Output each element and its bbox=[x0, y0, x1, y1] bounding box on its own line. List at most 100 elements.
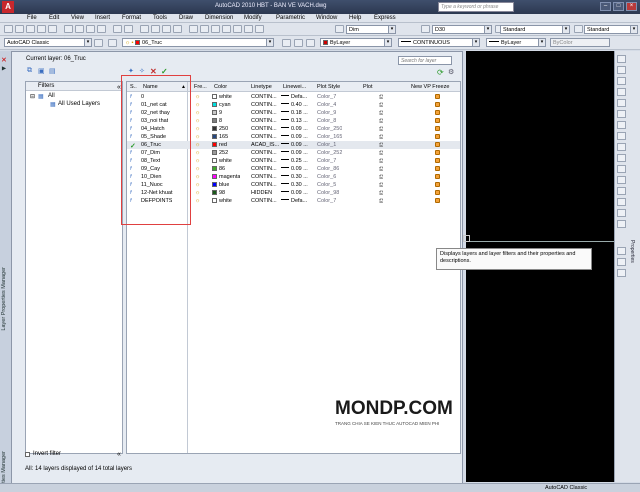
plot-printer-icon[interactable]: ⎙ bbox=[379, 118, 383, 125]
layer-linetype[interactable]: CONTIN... bbox=[251, 198, 277, 204]
tree-node-used-layers[interactable]: All Used Layers bbox=[58, 101, 100, 107]
autocad-logo[interactable]: A bbox=[2, 1, 14, 13]
fillet-icon[interactable] bbox=[617, 209, 626, 217]
col-freeze[interactable]: Fre... bbox=[194, 84, 207, 90]
layer-linetype[interactable]: CONTIN... bbox=[251, 118, 277, 124]
plot-printer-icon[interactable]: ⎙ bbox=[379, 150, 383, 157]
minimize-button[interactable]: – bbox=[600, 2, 611, 11]
freeze-sun-icon[interactable]: ☼ bbox=[195, 150, 200, 156]
redo-icon[interactable] bbox=[124, 25, 133, 33]
col-plot-style[interactable]: Plot Style bbox=[317, 84, 340, 90]
freeze-sun-icon[interactable]: ☼ bbox=[195, 166, 200, 172]
layer-lineweight[interactable]: Defa... bbox=[281, 94, 307, 100]
layer-lineweight[interactable]: 0.18 ... bbox=[281, 110, 308, 116]
layer-color[interactable]: 165 bbox=[212, 134, 228, 140]
textstyle-icon[interactable] bbox=[421, 25, 430, 33]
properties-icon[interactable] bbox=[189, 25, 198, 33]
menu-dimension[interactable]: Dimension bbox=[205, 15, 233, 21]
infocenter-search-input[interactable]: Type a keyword or phrase bbox=[438, 2, 514, 12]
new-group-filter-icon[interactable]: ▣ bbox=[38, 67, 45, 75]
layer-linetype[interactable]: CONTIN... bbox=[251, 94, 277, 100]
zoom-realtime-icon[interactable] bbox=[151, 25, 160, 33]
layer-color[interactable]: white bbox=[212, 158, 232, 164]
freeze-sun-icon[interactable]: ☼ bbox=[195, 110, 200, 116]
layer-color[interactable]: blue bbox=[212, 182, 229, 188]
layer-previous-icon[interactable] bbox=[294, 39, 303, 47]
hatch-icon[interactable] bbox=[617, 269, 626, 277]
plot-printer-icon[interactable]: ⎙ bbox=[379, 142, 383, 149]
d30-select[interactable]: D30 ▾ bbox=[432, 25, 492, 34]
collapse-tree-icon[interactable]: « bbox=[117, 451, 121, 458]
paste-icon[interactable] bbox=[86, 25, 95, 33]
new-property-filter-icon[interactable]: ⧉ bbox=[27, 67, 32, 75]
vp-freeze-icon[interactable] bbox=[435, 198, 440, 205]
layer-color[interactable]: red bbox=[212, 142, 227, 148]
tablestyle-icon[interactable] bbox=[574, 25, 583, 33]
freeze-sun-icon[interactable]: ☼ bbox=[195, 134, 200, 140]
vp-freeze-icon[interactable] bbox=[435, 166, 440, 173]
offset-icon[interactable] bbox=[617, 88, 626, 96]
lineweight-select[interactable]: ByLayer ▾ bbox=[486, 38, 546, 47]
plot-printer-icon[interactable]: ⎙ bbox=[379, 126, 383, 133]
calculator-icon[interactable] bbox=[244, 25, 253, 33]
undo-icon[interactable] bbox=[113, 25, 122, 33]
col-lineweight[interactable]: Linewei... bbox=[283, 84, 306, 90]
draw-order-icon[interactable] bbox=[617, 247, 626, 255]
workspace-status[interactable]: AutoCAD Classic bbox=[545, 485, 587, 491]
sheet-set-icon[interactable] bbox=[222, 25, 231, 33]
extend-icon[interactable] bbox=[617, 165, 626, 173]
layer-lineweight[interactable]: 0.09 ... bbox=[281, 142, 308, 148]
vp-freeze-icon[interactable] bbox=[435, 182, 440, 189]
copy-object-icon[interactable] bbox=[617, 66, 626, 74]
layer-linetype[interactable]: CONTIN... bbox=[251, 182, 277, 188]
vp-freeze-icon[interactable] bbox=[435, 158, 440, 165]
new-icon[interactable] bbox=[4, 25, 13, 33]
menu-tools[interactable]: Tools bbox=[153, 15, 167, 21]
palette-title-strip[interactable]: ✕ ◀ Layer Properties Manager Layer Prope… bbox=[0, 51, 12, 492]
freeze-sun-icon[interactable]: ☼ bbox=[195, 102, 200, 108]
menu-draw[interactable]: Draw bbox=[179, 15, 193, 21]
tree-expand-icon[interactable]: ⊟ bbox=[30, 93, 35, 100]
layer-color[interactable]: magenta bbox=[212, 174, 240, 180]
layer-lineweight[interactable]: 0.09 ... bbox=[281, 166, 308, 172]
col-plot[interactable]: Plot bbox=[363, 84, 372, 90]
layer-linetype[interactable]: CONTIN... bbox=[251, 150, 277, 156]
copy-icon[interactable] bbox=[75, 25, 84, 33]
tool-palettes-icon[interactable] bbox=[211, 25, 220, 33]
layer-color[interactable]: 86 bbox=[212, 166, 225, 172]
workspace-select[interactable]: AutoCAD Classic ▾ bbox=[4, 38, 92, 47]
plot-printer-icon[interactable]: ⎙ bbox=[379, 94, 383, 101]
close-button[interactable]: × bbox=[626, 2, 637, 11]
layer-color[interactable]: 250 bbox=[212, 126, 228, 132]
new-layer-vp-frozen-icon[interactable]: ✧ bbox=[139, 67, 145, 75]
explode-icon[interactable] bbox=[617, 220, 626, 228]
open-icon[interactable] bbox=[15, 25, 24, 33]
menu-modify[interactable]: Modify bbox=[244, 15, 262, 21]
match-properties-icon[interactable] bbox=[97, 25, 106, 33]
layer-linetype[interactable]: CONTIN... bbox=[251, 174, 277, 180]
layer-properties-icon[interactable] bbox=[108, 39, 117, 47]
make-current-layer-icon[interactable] bbox=[282, 39, 291, 47]
vp-freeze-icon[interactable] bbox=[435, 134, 440, 141]
layer-color[interactable]: white bbox=[212, 94, 232, 100]
layer-linetype[interactable]: CONTIN... bbox=[251, 166, 277, 172]
palette-autohide-icon[interactable]: ◀ bbox=[1, 65, 11, 71]
menu-express[interactable]: Express bbox=[374, 15, 396, 21]
vp-freeze-icon[interactable] bbox=[435, 142, 440, 149]
layer-lineweight[interactable]: 0.09 ... bbox=[281, 150, 308, 156]
col-color[interactable]: Color bbox=[214, 84, 227, 90]
col-linetype[interactable]: Linetype bbox=[251, 84, 272, 90]
layer-linetype[interactable]: HIDDEN bbox=[251, 190, 272, 196]
color-select[interactable]: ByLayer ▾ bbox=[320, 38, 392, 47]
layer-color[interactable]: cyan bbox=[212, 102, 231, 108]
vp-freeze-icon[interactable] bbox=[435, 150, 440, 157]
menu-insert[interactable]: Insert bbox=[95, 15, 110, 21]
table-style-select[interactable]: Standard ▾ bbox=[584, 25, 638, 34]
freeze-sun-icon[interactable]: ☼ bbox=[195, 190, 200, 196]
freeze-sun-icon[interactable]: ☼ bbox=[195, 142, 200, 148]
layer-color[interactable]: white bbox=[212, 198, 232, 204]
menu-parametric[interactable]: Parametric bbox=[276, 15, 305, 21]
zoom-previous-icon[interactable] bbox=[173, 25, 182, 33]
plot-printer-icon[interactable]: ⎙ bbox=[379, 158, 383, 165]
design-center-icon[interactable] bbox=[200, 25, 209, 33]
